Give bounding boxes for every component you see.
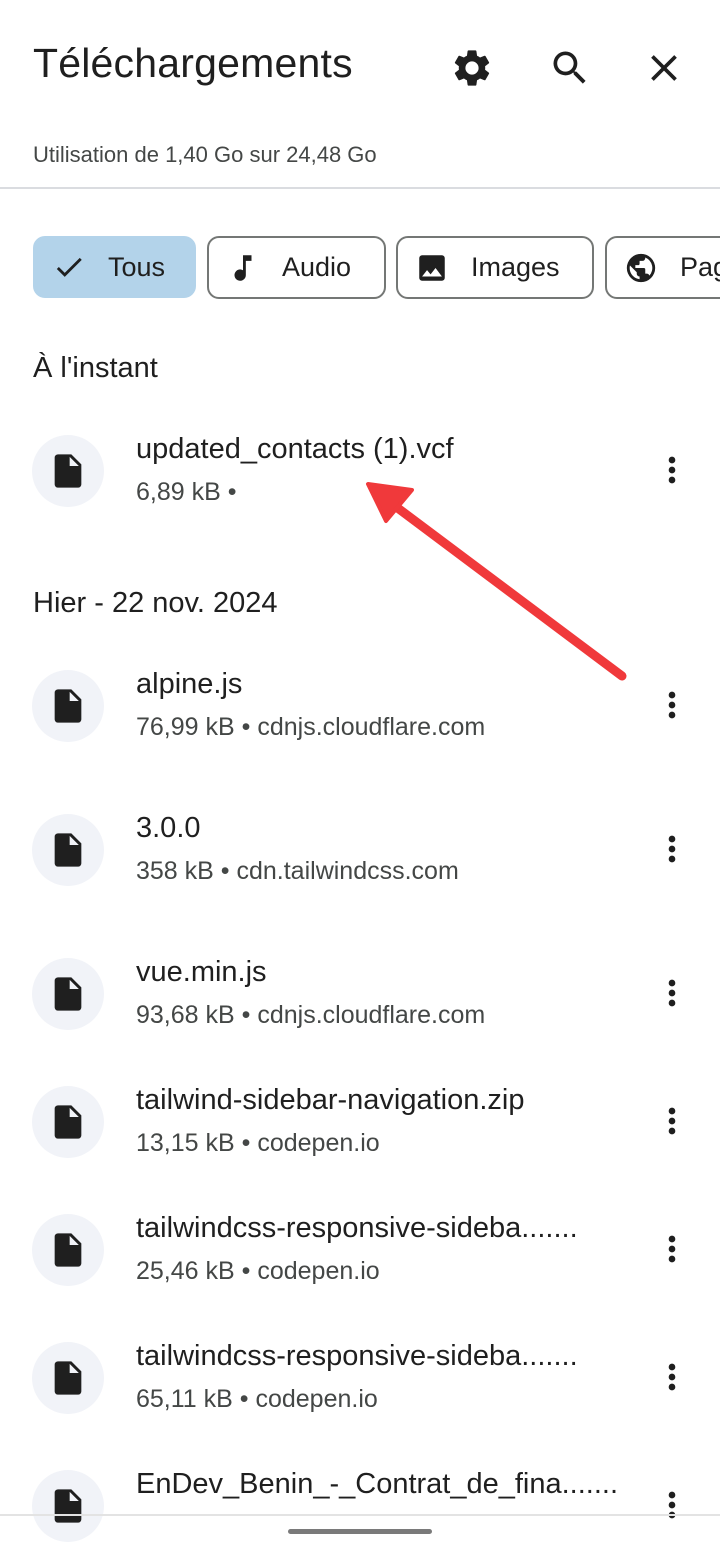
file-icon (54, 1233, 82, 1267)
file-icon-badge (32, 1470, 104, 1542)
music-note-icon (234, 254, 252, 281)
file-icon-badge (32, 814, 104, 886)
file-icon (54, 833, 82, 867)
file-icon-badge (32, 435, 104, 507)
more-options-button[interactable] (650, 442, 694, 498)
filter-chip-audio[interactable]: Audio (207, 236, 386, 299)
file-icon (54, 977, 82, 1011)
page-title: Téléchargements (33, 40, 353, 86)
more-options-button[interactable] (650, 965, 694, 1021)
download-item[interactable]: updated_contacts (1).vcf 6,89 kB • (0, 420, 720, 520)
file-name: tailwindcss-responsive-sideba....... (136, 1340, 578, 1372)
file-name: alpine.js (136, 668, 243, 700)
file-meta: 25,46 kB • codepen.io (136, 1257, 380, 1285)
download-item[interactable]: 3.0.0 358 kB • cdn.tailwindcss.com (0, 799, 720, 899)
download-item[interactable]: tailwindcss-responsive-sideba....... 65,… (0, 1327, 720, 1427)
downloads-page: Téléchargements Utilisation de 1,40 Go s… (0, 0, 720, 1545)
download-item[interactable]: tailwindcss-responsive-sideba....... 25,… (0, 1199, 720, 1299)
more-options-button[interactable] (650, 1349, 694, 1405)
file-name: tailwind-sidebar-navigation.zip (136, 1084, 525, 1116)
filter-chip-tous[interactable]: Tous (33, 236, 196, 298)
download-item[interactable]: tailwind-sidebar-navigation.zip 13,15 kB… (0, 1071, 720, 1171)
file-icon (54, 1361, 82, 1395)
more-options-button[interactable] (650, 677, 694, 733)
gear-icon (454, 50, 490, 86)
filter-chip-images[interactable]: Images (396, 236, 594, 299)
file-icon-badge (32, 1342, 104, 1414)
file-name: vue.min.js (136, 956, 267, 988)
filter-chip-pages[interactable]: Pag (605, 236, 720, 299)
file-meta: 76,99 kB • cdnjs.cloudflare.com (136, 713, 486, 741)
file-icon (54, 1105, 82, 1139)
more-options-button[interactable] (650, 1093, 694, 1149)
more-options-button[interactable] (650, 1221, 694, 1277)
section-title-now: À l'instant (33, 352, 158, 384)
file-name: 3.0.0 (136, 812, 201, 844)
search-button[interactable] (542, 40, 598, 96)
filter-chip-label: Audio (282, 252, 352, 282)
file-name: EnDev_Benin_-_Contrat_de_fina....... (136, 1468, 619, 1500)
download-item[interactable]: alpine.js 76,99 kB • cdnjs.cloudflare.co… (0, 655, 720, 755)
filter-chip-label: Tous (108, 251, 166, 282)
close-button[interactable] (636, 40, 692, 96)
file-meta: 65,11 kB • codepen.io (136, 1385, 378, 1413)
check-icon (56, 257, 82, 277)
filter-chips: Tous Audio Images Pag (33, 236, 720, 299)
file-icon (54, 454, 82, 488)
file-icon-badge (32, 670, 104, 742)
file-name: updated_contacts (1).vcf (136, 433, 454, 465)
search-icon (553, 51, 586, 84)
file-meta: 358 kB • cdn.tailwindcss.com (136, 857, 459, 885)
settings-button[interactable] (444, 40, 500, 96)
more-vert-icon (668, 1491, 676, 1519)
more-vert-icon (668, 979, 676, 1007)
bottom-divider (0, 1514, 720, 1516)
more-vert-icon (668, 835, 676, 863)
storage-usage: Utilisation de 1,40 Go sur 24,48 Go (33, 142, 377, 167)
more-vert-icon (668, 691, 676, 719)
filter-chip-label: Pag (680, 252, 720, 282)
download-item[interactable]: vue.min.js 93,68 kB • cdnjs.cloudflare.c… (0, 943, 720, 1043)
file-meta: 13,15 kB • codepen.io (136, 1129, 380, 1157)
more-vert-icon (668, 456, 676, 484)
file-icon-badge (32, 1214, 104, 1286)
more-options-button[interactable] (650, 821, 694, 877)
file-name: tailwindcss-responsive-sideba....... (136, 1212, 578, 1244)
header: Téléchargements (0, 0, 720, 130)
file-icon (54, 689, 82, 723)
image-icon (419, 254, 445, 281)
more-options-button[interactable] (650, 1477, 694, 1533)
home-indicator[interactable] (288, 1529, 432, 1534)
file-meta: 6,89 kB • (136, 478, 237, 506)
file-meta: 93,68 kB • cdnjs.cloudflare.com (136, 1001, 486, 1029)
globe-icon (626, 253, 656, 282)
file-icon-badge (32, 958, 104, 1030)
section-title-yesterday: Hier - 22 nov. 2024 (33, 587, 278, 619)
file-icon-badge (32, 1086, 104, 1158)
more-vert-icon (668, 1235, 676, 1263)
filter-chip-label: Images (471, 252, 560, 282)
close-icon (651, 55, 677, 81)
more-vert-icon (668, 1363, 676, 1391)
divider (0, 187, 720, 189)
file-icon (54, 1489, 82, 1523)
more-vert-icon (668, 1107, 676, 1135)
